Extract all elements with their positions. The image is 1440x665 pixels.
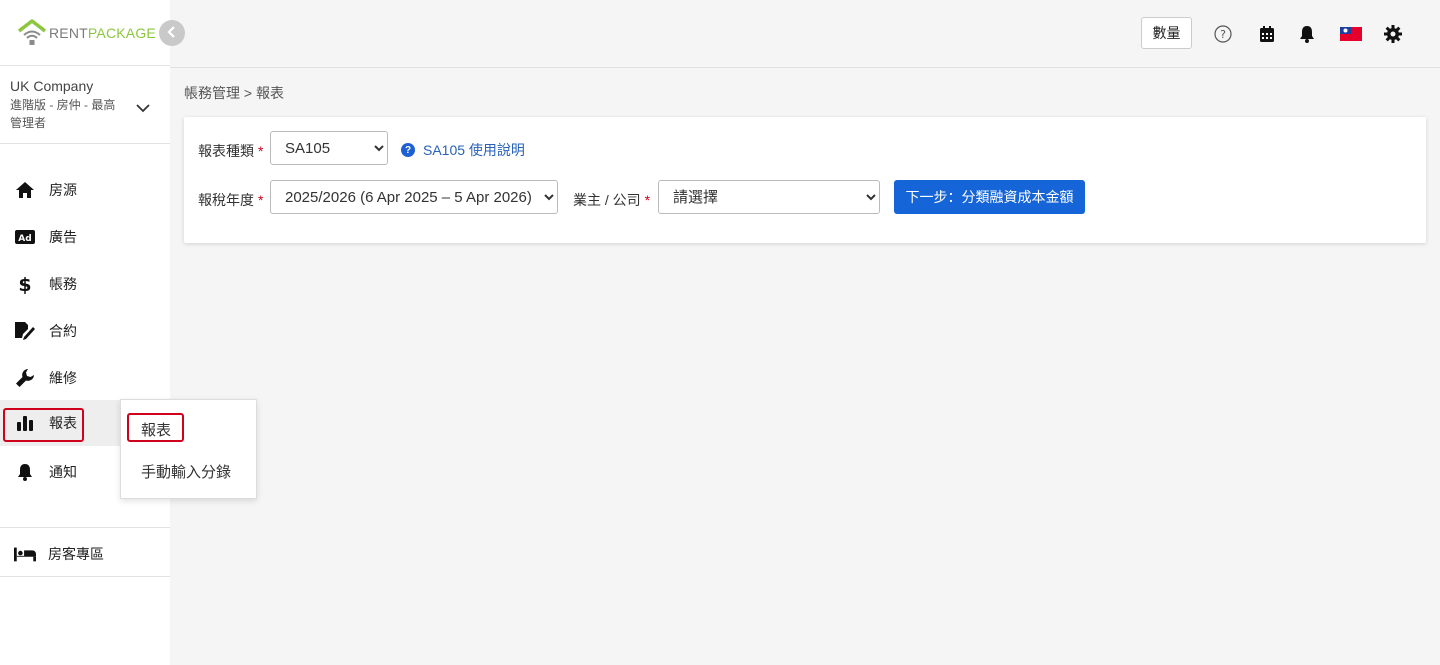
home-icon <box>14 179 36 201</box>
sidebar-item-label: 帳務 <box>49 276 77 292</box>
quantity-button[interactable]: 數量 <box>1141 17 1192 49</box>
taiwan-flag-icon[interactable] <box>1340 24 1362 44</box>
sidebar: RENTPACKAGE UK Company 進階版 - 房仲 - 最高管理者 … <box>0 0 185 665</box>
submenu-item-reports[interactable]: 報表 <box>141 419 171 440</box>
divider <box>0 576 170 577</box>
sidebar-item-label: 報表 <box>49 415 77 431</box>
sa105-help-link[interactable]: ? SA105 使用說明 <box>401 140 525 160</box>
next-step-button[interactable]: 下一步：分類融資成本金額 <box>894 180 1085 214</box>
report-type-label: 報表種類 * <box>198 143 264 159</box>
sidebar-item-accounting[interactable]: $ 帳務 <box>0 261 170 307</box>
chevron-left-icon <box>167 25 177 41</box>
sidebar-item-label: 合約 <box>49 323 77 339</box>
svg-text:Ad: Ad <box>18 234 31 244</box>
chart-icon <box>14 412 36 434</box>
chevron-down-icon[interactable] <box>136 100 150 113</box>
sidebar-item-label: 通知 <box>49 464 77 480</box>
sidebar-item-label: 房客專區 <box>48 546 104 562</box>
sidebar-item-listings[interactable]: 房源 <box>0 167 170 213</box>
logo-house-icon <box>17 18 47 48</box>
bed-icon <box>14 543 36 565</box>
report-form-card: 報表種類 * SA105 ? SA105 使用說明 報稅年度 * 2025/2026… <box>184 117 1426 243</box>
divider <box>0 527 170 528</box>
logo-text: RENTPACKAGE <box>49 25 156 41</box>
svg-text:$: $ <box>18 274 31 294</box>
sidebar-item-maintenance[interactable]: 維修 <box>0 355 170 401</box>
reports-submenu: 報表 手動輸入分錄 <box>120 399 257 499</box>
ad-icon: Ad <box>14 226 36 248</box>
submenu-item-manual-entry[interactable]: 手動輸入分錄 <box>141 461 231 482</box>
report-type-select[interactable]: SA105 <box>270 131 388 165</box>
tax-year-select[interactable]: 2025/2026 (6 Apr 2025 – 5 Apr 2026) <box>270 180 558 214</box>
company-name: UK Company <box>10 78 94 94</box>
sidebar-item-tenant-zone[interactable]: 房客專區 <box>0 531 170 577</box>
sidebar-item-label: 維修 <box>49 370 77 386</box>
gear-icon[interactable] <box>1383 24 1403 44</box>
company-plan: 進階版 - 房仲 - 最高管理者 <box>10 98 116 130</box>
sidebar-item-label: 廣告 <box>49 229 77 245</box>
contract-icon <box>14 320 36 342</box>
wrench-icon <box>14 367 36 389</box>
divider <box>0 143 170 144</box>
dollar-icon: $ <box>14 273 36 295</box>
breadcrumb: 帳務管理 > 報表 <box>184 85 284 101</box>
account-switcher[interactable]: UK Company 進階版 - 房仲 - 最高管理者 <box>10 78 160 132</box>
collapse-sidebar-button[interactable] <box>159 20 185 46</box>
question-circle-icon: ? <box>401 143 415 157</box>
tax-year-label: 報稅年度 * <box>198 192 264 208</box>
logo[interactable]: RENTPACKAGE <box>17 18 156 48</box>
owner-company-label: 業主 / 公司 * <box>573 192 651 208</box>
bell-icon <box>14 461 36 483</box>
bell-icon[interactable] <box>1297 24 1317 44</box>
sidebar-item-label: 房源 <box>49 182 77 198</box>
sidebar-item-ads[interactable]: Ad 廣告 <box>0 214 170 260</box>
sidebar-item-contracts[interactable]: 合約 <box>0 308 170 354</box>
svg-text:?: ? <box>1220 28 1226 41</box>
owner-company-select[interactable]: 請選擇 <box>658 180 880 214</box>
calendar-icon[interactable] <box>1257 24 1277 44</box>
divider <box>0 65 170 66</box>
top-header: 數量 ? <box>170 0 1440 68</box>
help-icon[interactable]: ? <box>1213 24 1233 44</box>
